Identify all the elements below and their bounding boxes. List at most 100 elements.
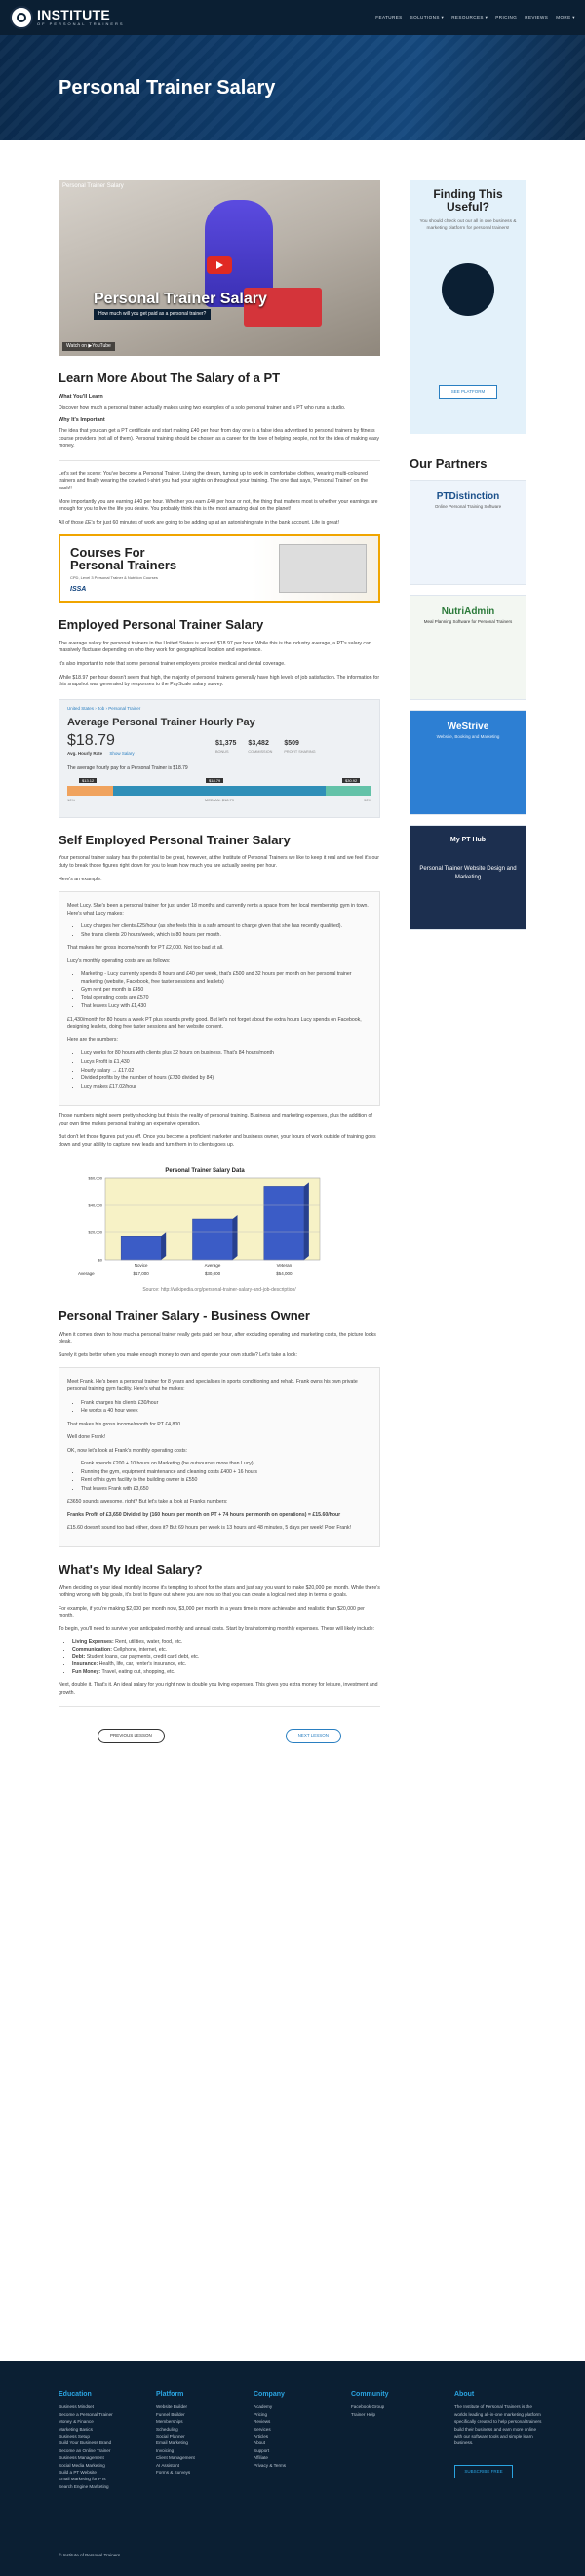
list-item: Lucys Profit is £1,430 [81, 1059, 371, 1067]
footer-link[interactable]: Website Builder [156, 2403, 195, 2410]
footer-col-title: Community [351, 2391, 389, 2398]
video-player[interactable]: Personal Trainer Salary Personal Trainer… [58, 180, 380, 356]
footer-link[interactable]: Business Mindset [58, 2403, 113, 2410]
footer-link[interactable]: Social Media Marketing [58, 2462, 113, 2469]
youtube-play-icon[interactable] [207, 256, 232, 274]
previous-lesson-button[interactable]: PREVIOUS LESSON [98, 1729, 165, 1743]
y-tick-label: $0 [98, 1258, 103, 1263]
list-item: She trains clients 20 hours/week, which … [81, 932, 371, 940]
nav-more[interactable]: MORE ▾ [556, 15, 575, 21]
payscale-rate-label: Avg. Hourly Rate [67, 751, 103, 757]
footer-link[interactable]: Privacy & Terms [254, 2462, 286, 2469]
ad-my-pt-hub[interactable]: My PT Hub Personal Trainer Website Desig… [410, 824, 526, 930]
footer-link[interactable]: Email Marketing [156, 2439, 195, 2446]
footer-link[interactable]: Forms & Surveys [156, 2469, 195, 2476]
ad-ptdistinction[interactable]: PTDistinction Online Personal Training S… [410, 479, 526, 585]
list-item: He works a 40 hour week [81, 1408, 371, 1416]
chart-row-label: Average [78, 1271, 95, 1276]
chart-title: Personal Trainer Salary Data [165, 1168, 245, 1174]
nav-solutions[interactable]: SOLUTIONS ▾ [410, 15, 445, 21]
page-title: Personal Trainer Salary [58, 77, 276, 98]
frank-profit: Franks Profit of £3,650 Divided by (160 … [67, 1511, 341, 1518]
footer-link[interactable]: Email Marketing for PTs [58, 2476, 113, 2482]
nav-resources[interactable]: RESOURCES ▾ [451, 15, 488, 21]
lesson-pager: PREVIOUS LESSON NEXT LESSON [58, 1729, 380, 1743]
footer-link[interactable]: Memberships [156, 2418, 195, 2425]
ideal-paragraph-4: Next, double it. That's it. An ideal sal… [58, 1682, 378, 1696]
footer-link[interactable]: Services [254, 2426, 286, 2433]
footer-link[interactable]: Build Your Business Brand [58, 2439, 113, 2446]
lucy-numbers-list: Lucy works for 80 hours with clients plu… [81, 1050, 371, 1091]
footer-link[interactable]: AI Assistant [156, 2462, 195, 2469]
payscale-widget: United States › Job › Personal Trainer A… [58, 698, 380, 818]
footer-link[interactable]: Articles [254, 2433, 286, 2439]
platform-promo-card: Finding This Useful? You should check ou… [410, 180, 526, 434]
list-item: Lucy makes £17.02/hour [81, 1084, 371, 1092]
data-label: $30,000 [205, 1271, 221, 1276]
footer-link[interactable]: Become a Personal Trainer [58, 2411, 113, 2418]
chart-source-caption[interactable]: Source: http://wikipedia.org/personal-tr… [58, 1287, 380, 1294]
payscale-breadcrumb[interactable]: United States › Job › Personal Trainer [67, 706, 371, 713]
footer-col-title: About [454, 2391, 475, 2398]
courses-ad-banner[interactable]: Courses For Personal Trainers CPD, Level … [58, 534, 380, 604]
video-channel-title[interactable]: Personal Trainer Salary [62, 182, 124, 191]
employed-paragraph-3: While $18.97 per hour doesn't seem that … [58, 674, 380, 688]
data-label: $54,000 [276, 1271, 292, 1276]
footer-link[interactable]: Search Engine Marketing [58, 2483, 113, 2490]
list-item: Fun Money: Travel, eating out, shopping,… [72, 1669, 380, 1677]
stat-profit-sharing: $509 PROFIT SHARING [284, 739, 316, 754]
footer-link[interactable]: Invoicing [156, 2447, 195, 2454]
see-platform-button[interactable]: SEE PLATFORM [439, 385, 497, 399]
lucy-costs-list: Marketing - Lucy currently spends 8 hour… [81, 971, 371, 1011]
top-navbar: INSTITUTE OF PERSONAL TRAINERS FEATURES … [0, 0, 585, 35]
footer-link[interactable]: Build a PT Website [58, 2469, 113, 2476]
footer-link[interactable]: Client Management [156, 2454, 195, 2461]
salary-bar-chart: Personal Trainer Salary Data Novice $17,0… [78, 1168, 321, 1276]
brand-subtitle: OF PERSONAL TRAINERS [37, 21, 125, 26]
list-item: Debt: Student loans, car payments, credi… [72, 1654, 380, 1661]
watch-on-youtube-link[interactable]: Watch on ▶YouTube [62, 342, 115, 352]
footer-link[interactable]: Scheduling [156, 2426, 195, 2433]
list-item: Running the gym, equipment maintenance a… [81, 1469, 371, 1477]
footer-col-title: Company [254, 2391, 285, 2398]
footer-link[interactable]: Business Setup [58, 2433, 113, 2439]
list-item: Rent of his gym facility to the building… [81, 1477, 371, 1485]
footer-link[interactable]: Become an Online Trainer [58, 2447, 113, 2454]
footer-link[interactable]: Pricing [254, 2411, 286, 2418]
footer-link[interactable]: Affiliate [254, 2454, 286, 2461]
nav-features[interactable]: FEATURES [375, 15, 402, 21]
show-salary-link[interactable]: Show Salary [109, 751, 134, 756]
bar-veteran [263, 1186, 305, 1261]
footer-link[interactable]: Facebook Group [351, 2403, 389, 2410]
footer-link[interactable]: Social Planner [156, 2433, 195, 2439]
subscribe-button[interactable]: SUBSCRIBE FREE [454, 2465, 513, 2478]
footer-link[interactable]: Academy [254, 2403, 286, 2410]
footer-link[interactable]: Reviews [254, 2418, 286, 2425]
nav-pricing[interactable]: PRICING [495, 15, 517, 21]
footer-link[interactable]: Funnel Builder [156, 2411, 195, 2418]
frank-well-done: Well done Frank! [67, 1434, 106, 1441]
list-item: Marketing - Lucy currently spends 8 hour… [81, 971, 371, 986]
footer-link[interactable]: Business Management [58, 2454, 113, 2461]
frank-costs-intro: OK, now let's look at Frank's monthly op… [67, 1447, 188, 1454]
pay-range-bar [67, 785, 371, 796]
footer-link[interactable]: About [254, 2439, 286, 2446]
footer-link[interactable]: Support [254, 2447, 286, 2454]
footer-link[interactable]: Money & Finance [58, 2418, 113, 2425]
self-paragraph-4: But don't let those figures put you off.… [58, 1134, 376, 1148]
footer-link[interactable]: Trainer Help [351, 2411, 389, 2418]
self-paragraph-2: Here's an example: [58, 876, 102, 882]
nav-reviews[interactable]: REVIEWS [525, 15, 548, 21]
intro-heading: Learn More About The Salary of a PT [58, 371, 281, 385]
ad-westrive[interactable]: WeStrive Website, Booking and Marketing [410, 709, 526, 815]
ideal-paragraph-1: When deciding on your ideal monthly inco… [58, 1584, 380, 1599]
ad-nutriadmin[interactable]: NutriAdmin Meal Planning Software for Pe… [410, 594, 526, 700]
next-lesson-button[interactable]: NEXT LESSON [285, 1729, 341, 1743]
frank-conclusion: £15.60 doesn't sound too bad either, doe… [67, 1525, 352, 1532]
issa-logo: ISSA [70, 586, 87, 594]
ideal-paragraph-3: To begin, you'll need to survive your an… [58, 1625, 375, 1632]
self-paragraph-3: Those numbers might seem pretty shocking… [58, 1113, 372, 1127]
site-logo[interactable]: INSTITUTE OF PERSONAL TRAINERS [10, 6, 125, 29]
video-overlay-title: Personal Trainer Salary [94, 291, 267, 307]
footer-link[interactable]: Marketing Basics [58, 2426, 113, 2433]
